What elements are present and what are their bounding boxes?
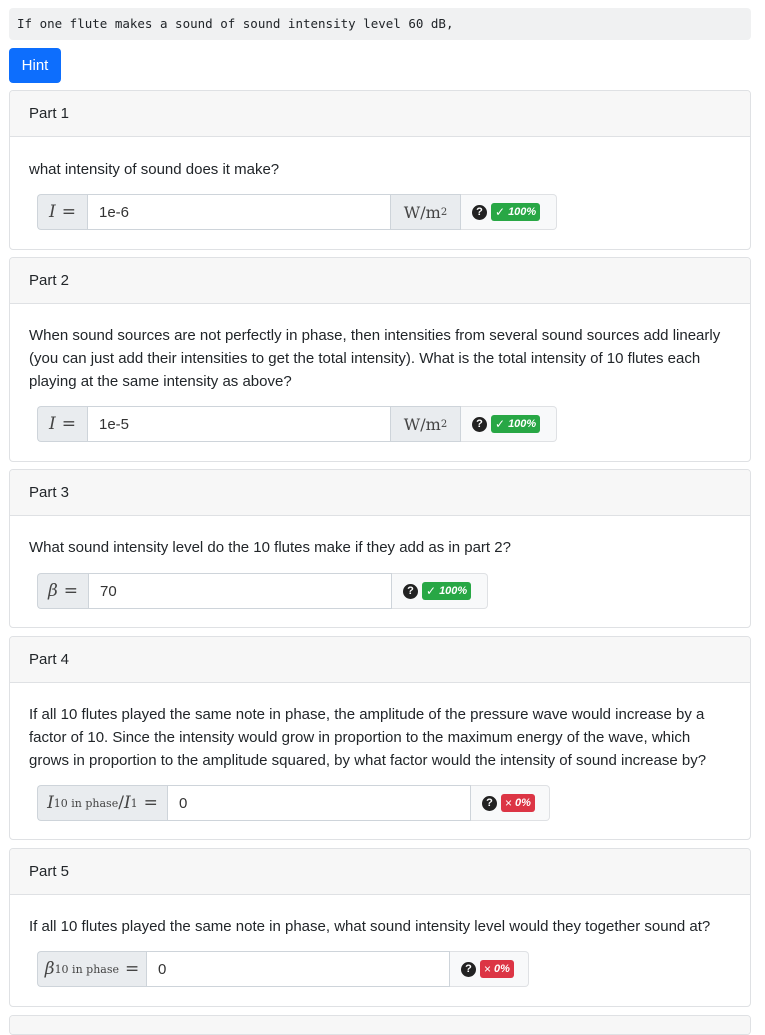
part-2-answer-input[interactable] bbox=[87, 406, 391, 442]
part-5-status: ? × 0% bbox=[450, 951, 529, 987]
help-icon[interactable]: ? bbox=[403, 583, 418, 599]
part-4-status: ? × 0% bbox=[471, 785, 550, 821]
part-3-header: Part 3 bbox=[10, 470, 750, 516]
part-2-header: Part 2 bbox=[10, 258, 750, 304]
help-icon[interactable]: ? bbox=[482, 795, 497, 811]
part-4-question: If all 10 flutes played the same note in… bbox=[29, 706, 707, 769]
part-3-answer-input[interactable] bbox=[88, 573, 392, 609]
part-2-score-badge: ✓ 100% bbox=[491, 415, 541, 433]
part-2-variable-label: I = bbox=[37, 406, 87, 442]
hint-button[interactable]: Hint bbox=[9, 48, 61, 83]
help-icon[interactable]: ? bbox=[472, 204, 487, 220]
part-1-answer-input[interactable] bbox=[87, 194, 391, 230]
part-2-unit: W/m 2 bbox=[391, 406, 461, 442]
part-4-header: Part 4 bbox=[10, 637, 750, 683]
check-icon: ✓ bbox=[495, 417, 506, 431]
check-icon: ✓ bbox=[426, 584, 437, 598]
part-1-card: Part 1 what intensity of sound does it m… bbox=[9, 90, 751, 250]
part-2-question: When sound sources are not perfectly in … bbox=[29, 327, 721, 390]
help-icon[interactable]: ? bbox=[461, 961, 476, 977]
part-5-question: If all 10 flutes played the same note in… bbox=[29, 918, 711, 935]
part-5-card: Part 5 If all 10 flutes played the same … bbox=[9, 848, 751, 1007]
part-1-answer-group: I= W/m2 ? ✓100% bbox=[37, 194, 557, 230]
part-2-answer-group: I= W/m2 ? ✓100% bbox=[37, 406, 557, 442]
part-4-variable-label: I 10 in phase / I 1 = bbox=[37, 785, 167, 821]
part-2-card: Part 2 When sound sources are not perfec… bbox=[9, 257, 751, 462]
part-1-score-badge: ✓ 100% bbox=[491, 203, 541, 221]
part-3-card: Part 3 What sound intensity level do the… bbox=[9, 469, 751, 628]
part-4-answer-input[interactable] bbox=[167, 785, 471, 821]
part-4-score-badge: × 0% bbox=[501, 794, 535, 812]
part-6-header bbox=[10, 1016, 750, 1034]
part-3-variable-label: β = bbox=[37, 573, 88, 609]
part-3-answer-group: β= ? ✓100% bbox=[37, 573, 488, 609]
part-1-unit: W/m 2 bbox=[391, 194, 461, 230]
part-1-variable-label: I = bbox=[37, 194, 87, 230]
question-text: If one flute makes a sound of sound inte… bbox=[9, 8, 751, 40]
part-5-score-badge: × 0% bbox=[480, 960, 514, 978]
part-5-answer-input[interactable] bbox=[146, 951, 450, 987]
part-5-variable-label: β 10 in phase = bbox=[37, 951, 146, 987]
part-1-header: Part 1 bbox=[10, 91, 750, 137]
x-icon: × bbox=[505, 796, 513, 810]
part-4-card: Part 4 If all 10 flutes played the same … bbox=[9, 636, 751, 840]
part-3-question: What sound intensity level do the 10 flu… bbox=[29, 539, 511, 556]
help-icon[interactable]: ? bbox=[472, 416, 487, 432]
part-4-answer-group: I10 in phase/I1= ? ×0% bbox=[37, 785, 550, 821]
part-3-status: ? ✓ 100% bbox=[392, 573, 488, 609]
part-3-score-badge: ✓ 100% bbox=[422, 582, 472, 600]
x-icon: × bbox=[484, 962, 492, 976]
part-6-card bbox=[9, 1015, 751, 1035]
part-2-status: ? ✓ 100% bbox=[461, 406, 557, 442]
part-5-header: Part 5 bbox=[10, 849, 750, 895]
check-icon: ✓ bbox=[495, 205, 506, 219]
part-1-question: what intensity of sound does it make? bbox=[29, 161, 280, 178]
part-1-status: ? ✓ 100% bbox=[461, 194, 557, 230]
part-5-answer-group: β10 in phase= ? ×0% bbox=[37, 951, 529, 987]
